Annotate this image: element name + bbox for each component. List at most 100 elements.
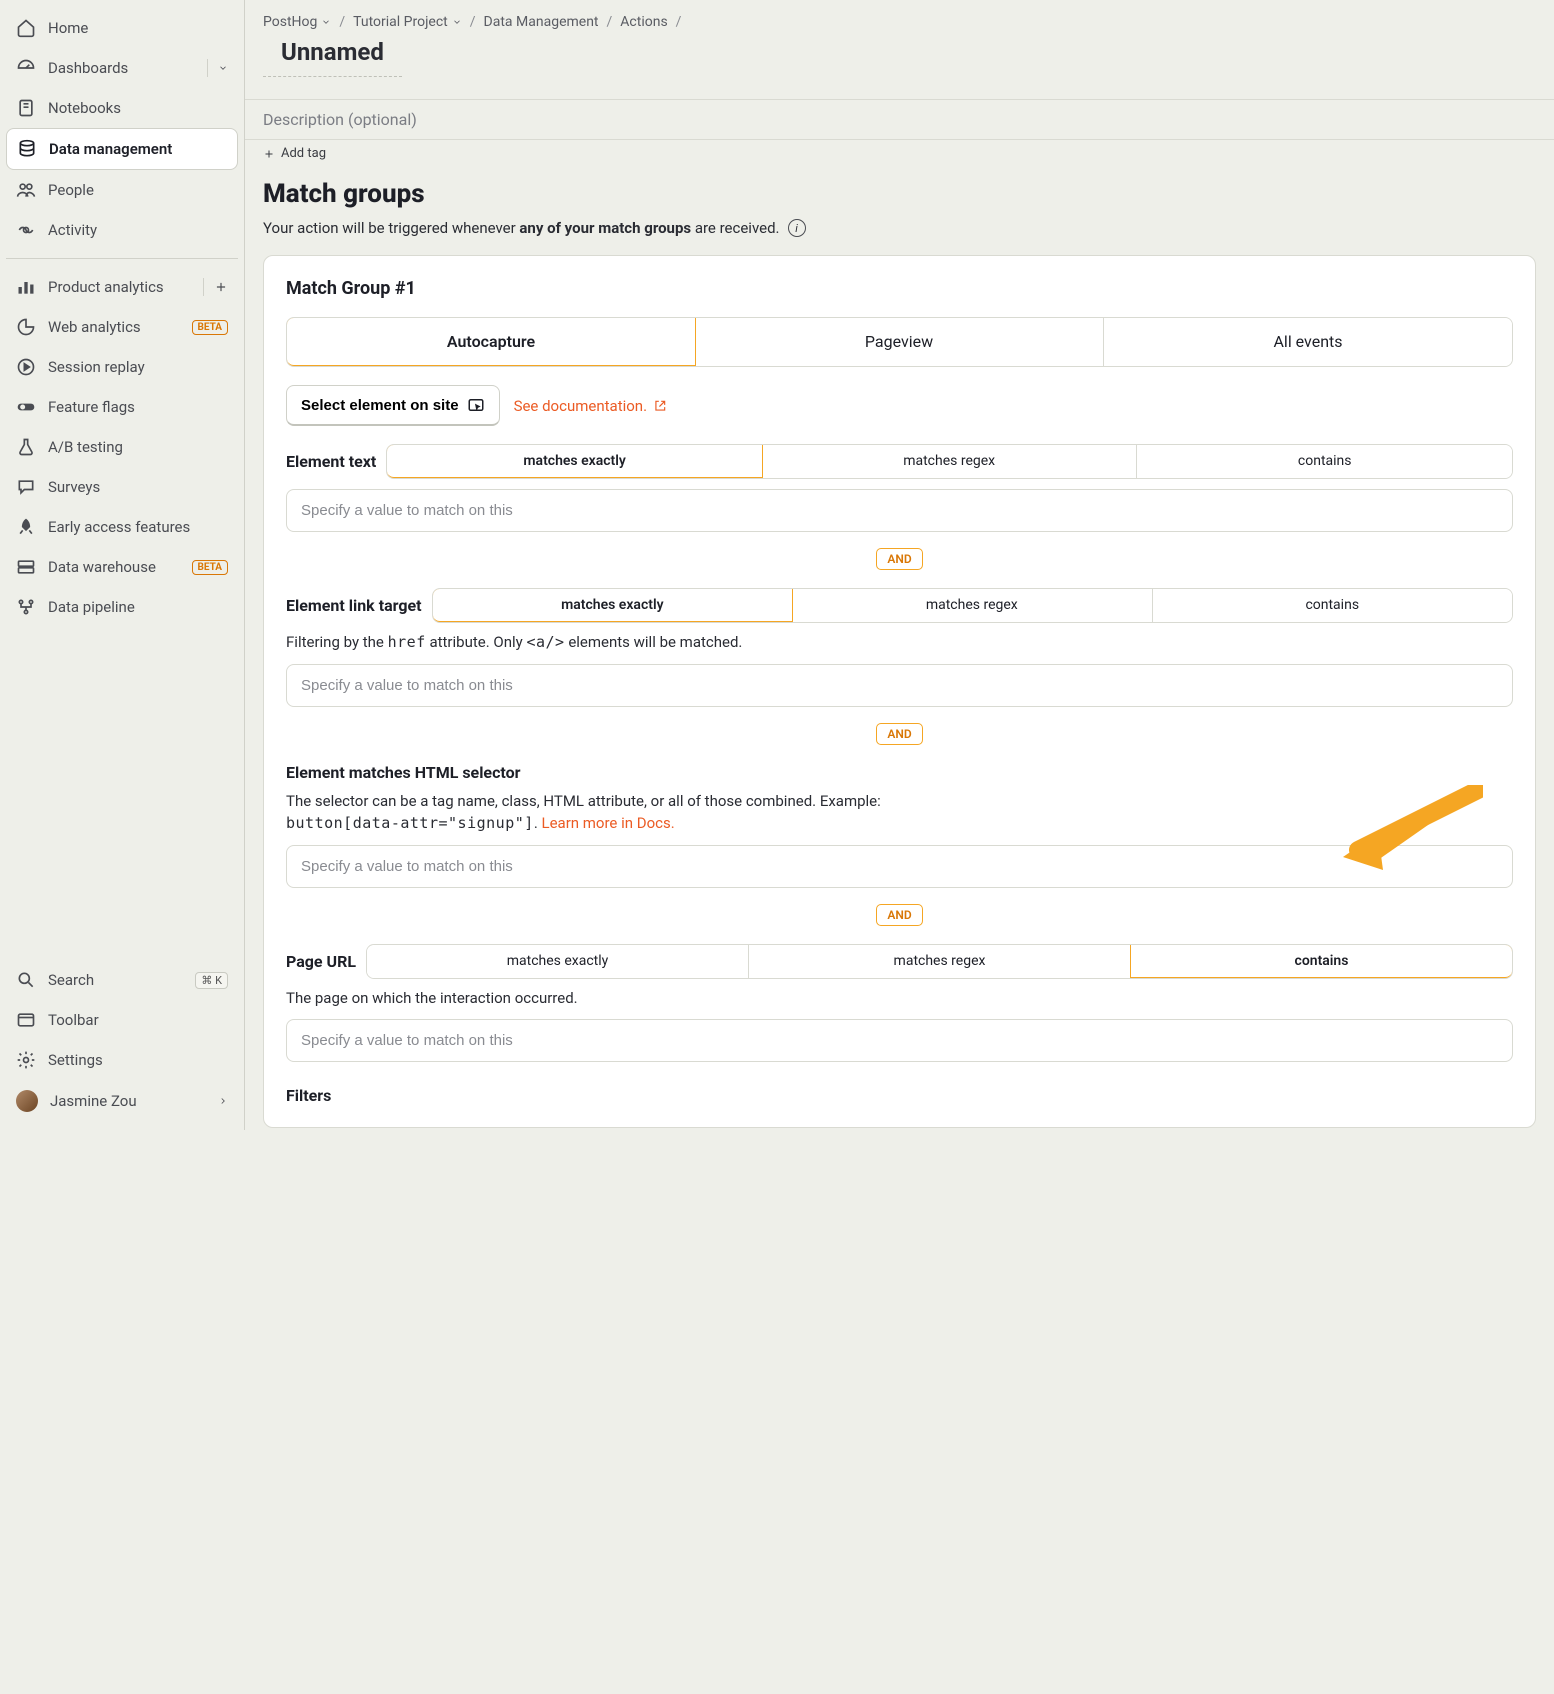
inspect-icon [467, 396, 485, 414]
mode-regex[interactable]: matches regex [792, 589, 1152, 622]
sidebar-item-label: Surveys [48, 478, 228, 496]
description-input[interactable]: Description (optional) [245, 99, 1554, 140]
add-tag-button[interactable]: Add tag [245, 140, 1554, 171]
tab-all-events[interactable]: All events [1104, 318, 1512, 366]
crumb-project[interactable]: Tutorial Project [353, 14, 462, 30]
selector-input[interactable] [286, 845, 1513, 888]
sidebar-item-toolbar[interactable]: Toolbar [6, 1000, 238, 1040]
crumb-org[interactable]: PostHog [263, 14, 331, 30]
and-separator: AND [876, 904, 922, 926]
sidebar-item-label: Data management [49, 140, 227, 158]
chevron-down-icon [321, 17, 331, 27]
info-icon[interactable]: i [788, 219, 806, 237]
gear-icon [16, 1050, 36, 1070]
sidebar-item-label: People [48, 181, 228, 199]
crumb-data-management[interactable]: Data Management [484, 14, 599, 30]
sidebar-item-label: Feature flags [48, 398, 228, 416]
mode-regex[interactable]: matches regex [749, 945, 1131, 978]
sidebar: Home Dashboards Notebooks Data managemen… [0, 0, 245, 1130]
crumb-actions[interactable]: Actions [620, 14, 667, 30]
rocket-icon [16, 517, 36, 537]
bar-chart-icon [16, 277, 36, 297]
sidebar-item-data-warehouse[interactable]: Data warehouse BETA [6, 547, 238, 587]
sidebar-item-label: Data warehouse [48, 558, 180, 576]
avatar [16, 1090, 38, 1112]
select-element-button[interactable]: Select element on site [286, 385, 500, 426]
sidebar-item-user[interactable]: Jasmine Zou [6, 1080, 238, 1122]
sidebar-item-surveys[interactable]: Surveys [6, 467, 238, 507]
user-name: Jasmine Zou [50, 1092, 206, 1110]
database-icon [17, 139, 37, 159]
sidebar-item-notebooks[interactable]: Notebooks [6, 88, 238, 128]
element-text-input[interactable] [286, 489, 1513, 532]
selector-docs-link[interactable]: Learn more in Docs. [542, 812, 675, 835]
match-group-title: Match Group #1 [286, 278, 1513, 299]
sidebar-item-label: Web analytics [48, 318, 180, 336]
sidebar-item-label: Settings [48, 1051, 228, 1069]
chat-icon [16, 477, 36, 497]
notebook-icon [16, 98, 36, 118]
mode-contains[interactable]: contains [1130, 944, 1513, 979]
server-icon [16, 557, 36, 577]
mode-contains[interactable]: contains [1137, 445, 1512, 478]
sidebar-item-data-pipeline[interactable]: Data pipeline [6, 587, 238, 627]
chevron-right-icon [218, 1096, 228, 1106]
external-link-icon [653, 399, 667, 413]
mode-exact[interactable]: matches exactly [367, 945, 749, 978]
sidebar-item-home[interactable]: Home [6, 8, 238, 48]
beta-badge: BETA [192, 320, 229, 335]
sidebar-item-data-management[interactable]: Data management [6, 128, 238, 170]
sidebar-item-session-replay[interactable]: Session replay [6, 347, 238, 387]
sidebar-item-ab-testing[interactable]: A/B testing [6, 427, 238, 467]
element-link-mode: matches exactly matches regex contains [432, 588, 1513, 623]
sidebar-item-label: Activity [48, 221, 228, 239]
plus-icon[interactable] [214, 280, 228, 294]
search-icon [16, 970, 36, 990]
mode-regex[interactable]: matches regex [762, 445, 1138, 478]
tab-pageview[interactable]: Pageview [695, 318, 1104, 366]
mode-contains[interactable]: contains [1153, 589, 1512, 622]
page-url-label: Page URL [286, 952, 356, 971]
chevron-down-icon [452, 17, 462, 27]
sidebar-item-dashboards[interactable]: Dashboards [6, 48, 238, 88]
element-text-label: Element text [286, 452, 376, 471]
sidebar-item-activity[interactable]: Activity [6, 210, 238, 250]
page-title[interactable]: Unnamed [263, 36, 402, 77]
tab-autocapture[interactable]: Autocapture [286, 317, 696, 367]
docs-link[interactable]: See documentation. [514, 397, 667, 415]
toolbar-icon [16, 1010, 36, 1030]
beta-badge: BETA [192, 560, 229, 575]
sidebar-item-label: Notebooks [48, 99, 228, 117]
search-shortcut: ⌘ K [195, 972, 228, 989]
mode-exact[interactable]: matches exactly [386, 444, 763, 479]
people-icon [16, 180, 36, 200]
sidebar-item-label: Data pipeline [48, 598, 228, 616]
match-group-card: Match Group #1 Autocapture Pageview All … [263, 255, 1536, 1128]
and-separator: AND [876, 723, 922, 745]
selector-help: The selector can be a tag name, class, H… [286, 790, 1513, 835]
filters-label: Filters [286, 1086, 1513, 1105]
mode-exact[interactable]: matches exactly [432, 588, 793, 623]
page-url-input[interactable] [286, 1019, 1513, 1062]
chevron-down-icon[interactable] [218, 63, 228, 73]
replay-icon [16, 357, 36, 377]
sidebar-item-feature-flags[interactable]: Feature flags [6, 387, 238, 427]
event-type-tabs: Autocapture Pageview All events [286, 317, 1513, 367]
home-icon [16, 18, 36, 38]
sidebar-item-settings[interactable]: Settings [6, 1040, 238, 1080]
sidebar-item-people[interactable]: People [6, 170, 238, 210]
page-url-help: The page on which the interaction occurr… [286, 987, 1513, 1010]
sidebar-item-early-access[interactable]: Early access features [6, 507, 238, 547]
sidebar-item-label: Product analytics [48, 278, 191, 296]
breadcrumb: PostHog / Tutorial Project / Data Manage… [245, 0, 1554, 36]
sidebar-item-search[interactable]: Search ⌘ K [6, 960, 238, 1000]
pipeline-icon [16, 597, 36, 617]
pie-chart-icon [16, 317, 36, 337]
sidebar-item-label: Dashboards [48, 59, 195, 77]
flask-icon [16, 437, 36, 457]
sidebar-item-product-analytics[interactable]: Product analytics [6, 267, 238, 307]
sidebar-item-web-analytics[interactable]: Web analytics BETA [6, 307, 238, 347]
toggle-icon [16, 397, 36, 417]
element-link-input[interactable] [286, 664, 1513, 707]
sidebar-item-label: Search [48, 971, 183, 989]
